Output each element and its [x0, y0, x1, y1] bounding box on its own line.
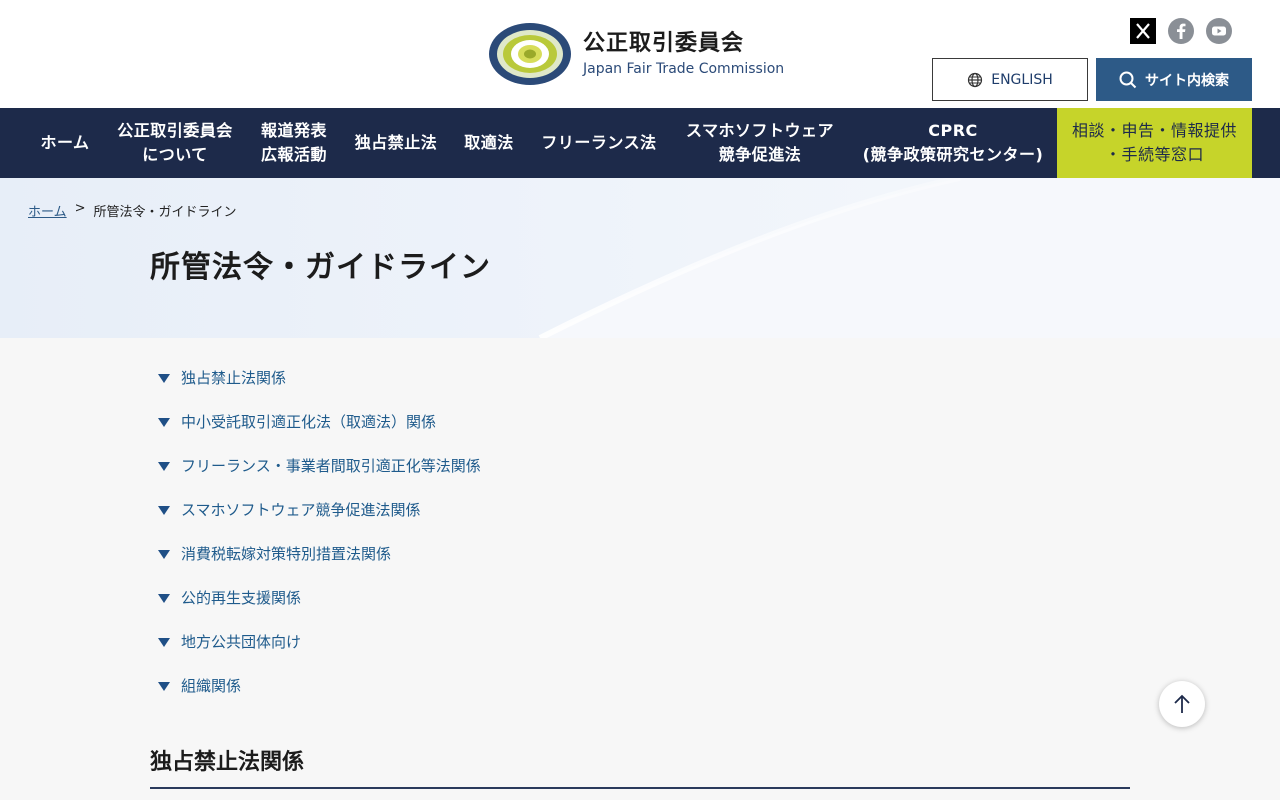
- anchor-link-label: スマホソフトウェア競争促進法関係: [181, 500, 421, 519]
- nav-item-cprc[interactable]: CPRC (競争政策研究センター): [852, 108, 1054, 178]
- caret-down-icon: [158, 637, 170, 647]
- facebook-icon[interactable]: [1168, 18, 1194, 44]
- english-button[interactable]: ENGLISH: [932, 58, 1088, 101]
- breadcrumb-separator: >: [74, 201, 86, 216]
- anchor-link-label: 組織関係: [181, 676, 242, 695]
- search-button-label: サイト内検索: [1145, 72, 1229, 89]
- anchor-link-freelance[interactable]: フリーランス・事業者間取引適正化等法関係: [158, 443, 481, 487]
- search-icon: [1119, 71, 1137, 88]
- caret-down-icon: [158, 593, 170, 603]
- nav-item-smartphone[interactable]: スマホソフトウェア 競争促進法: [672, 108, 848, 178]
- caret-down-icon: [158, 681, 170, 691]
- anchor-link-label: 独占禁止法関係: [181, 368, 287, 387]
- nav-item-consultation[interactable]: 相談・申告・情報提供 ・手続等窓口: [1057, 108, 1252, 178]
- anchor-link-label: 中小受託取引適正化法（取適法）関係: [181, 412, 437, 431]
- global-nav: ホーム 公正取引委員会 について 報道発表 広報活動 独占禁止法 取適法 フリー…: [0, 108, 1280, 178]
- arrow-up-icon: [1174, 694, 1190, 713]
- caret-down-icon: [158, 417, 170, 427]
- nav-item-press[interactable]: 報道発表 広報活動: [248, 108, 340, 178]
- globe-icon: [968, 72, 983, 87]
- x-icon[interactable]: [1130, 18, 1156, 44]
- page-hero: ホーム > 所管法令・ガイドライン 所管法令・ガイドライン: [0, 178, 1280, 338]
- english-button-label: ENGLISH: [991, 71, 1053, 88]
- anchor-link-public-revitalization[interactable]: 公的再生支援関係: [158, 575, 481, 619]
- caret-down-icon: [158, 461, 170, 471]
- org-name-ja: 公正取引委員会: [583, 31, 745, 56]
- page-title: 所管法令・ガイドライン: [150, 250, 491, 285]
- section-divider: [150, 787, 1130, 789]
- back-to-top-button[interactable]: [1159, 681, 1205, 727]
- nav-item-about[interactable]: 公正取引委員会 について: [108, 108, 242, 178]
- anchor-link-list: 独占禁止法関係 中小受託取引適正化法（取適法）関係 フリーランス・事業者間取引適…: [158, 355, 481, 707]
- site-search-button[interactable]: サイト内検索: [1096, 58, 1252, 101]
- social-links: [1130, 18, 1232, 44]
- anchor-link-local-government[interactable]: 地方公共団体向け: [158, 619, 481, 663]
- anchor-link-antimonopoly[interactable]: 独占禁止法関係: [158, 355, 481, 399]
- nav-item-subcontract[interactable]: 取適法: [452, 108, 526, 178]
- anchor-link-smartphone[interactable]: スマホソフトウェア競争促進法関係: [158, 487, 481, 531]
- caret-down-icon: [158, 505, 170, 515]
- anchor-link-consumption-tax[interactable]: 消費税転嫁対策特別措置法関係: [158, 531, 481, 575]
- anchor-link-subcontract[interactable]: 中小受託取引適正化法（取適法）関係: [158, 399, 481, 443]
- section-heading: 独占禁止法関係: [150, 750, 305, 775]
- anchor-link-label: 地方公共団体向け: [181, 632, 302, 651]
- nav-item-antimonopoly[interactable]: 独占禁止法: [346, 108, 446, 178]
- nav-item-freelance[interactable]: フリーランス法: [532, 108, 666, 178]
- jftc-emblem-icon: [489, 23, 571, 85]
- anchor-link-label: 公的再生支援関係: [181, 588, 302, 607]
- nav-item-home[interactable]: ホーム: [28, 108, 102, 178]
- site-logo[interactable]: 公正取引委員会 Japan Fair Trade Commission: [488, 22, 784, 86]
- anchor-link-label: 消費税転嫁対策特別措置法関係: [181, 544, 392, 563]
- breadcrumb: ホーム > 所管法令・ガイドライン: [28, 201, 237, 220]
- anchor-link-label: フリーランス・事業者間取引適正化等法関係: [181, 456, 481, 475]
- youtube-icon[interactable]: [1206, 18, 1232, 44]
- site-header: 公正取引委員会 Japan Fair Trade Commission ENGL…: [0, 0, 1280, 108]
- caret-down-icon: [158, 373, 170, 383]
- breadcrumb-current: 所管法令・ガイドライン: [93, 205, 237, 220]
- org-name-en: Japan Fair Trade Commission: [583, 61, 785, 77]
- breadcrumb-home-link[interactable]: ホーム: [28, 201, 67, 220]
- anchor-link-organization[interactable]: 組織関係: [158, 663, 481, 707]
- caret-down-icon: [158, 549, 170, 559]
